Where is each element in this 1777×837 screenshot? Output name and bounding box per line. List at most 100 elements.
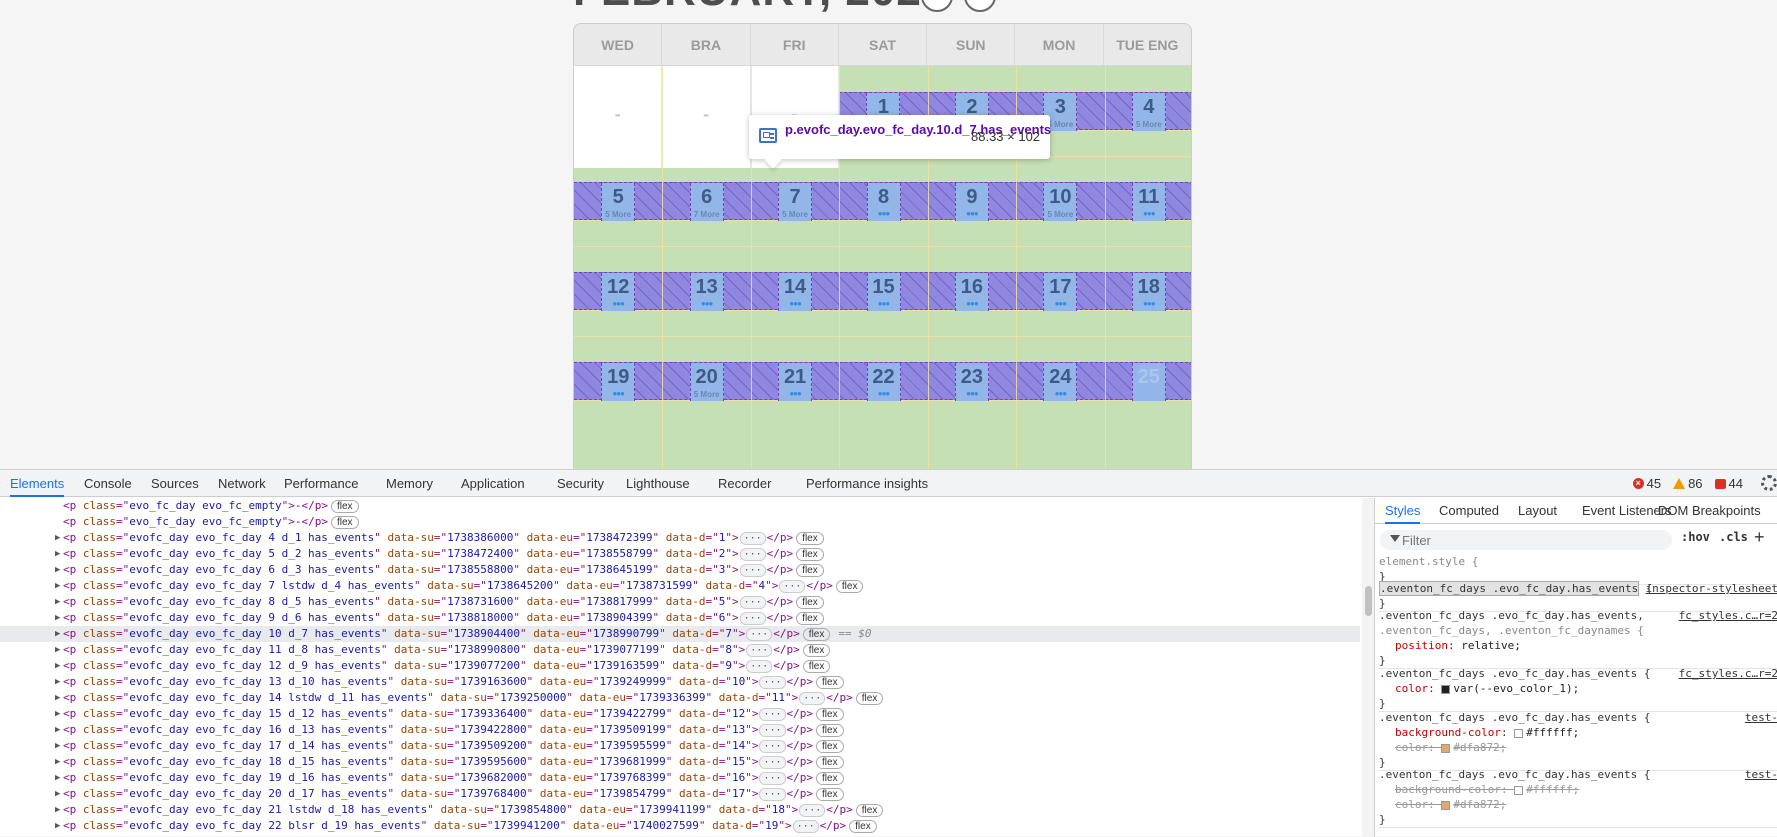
devtools-tab-performance[interactable]: Performance [284, 470, 358, 497]
color-swatch[interactable] [1441, 800, 1451, 810]
dom-node-line[interactable]: ▶ <p class="evofc_day evo_fc_day 20 d_17 … [0, 786, 1360, 802]
calendar-day[interactable]: 4 5 More [1131, 93, 1166, 131]
dom-node-line[interactable]: ▶ <p class="evofc_day evo_fc_day 4 d_1 ha… [0, 530, 1360, 546]
calendar-day[interactable]: 13 ●●● [689, 273, 724, 311]
dom-node-line[interactable]: ▶ <p class="evofc_day evo_fc_day 6 d_3 ha… [0, 562, 1360, 578]
expand-arrow-icon[interactable]: ▶ [55, 530, 60, 546]
calendar-day[interactable]: 8 ●●● [866, 183, 901, 221]
flex-badge[interactable]: flex [802, 659, 831, 673]
expand-arrow-icon[interactable]: ▶ [55, 594, 60, 610]
flex-badge[interactable]: flex [330, 515, 359, 529]
collapsed-children-button[interactable]: ··· [799, 803, 826, 817]
dom-node-line[interactable]: <p class="evo_fc_day evo_fc_empty">-</p>… [0, 514, 1360, 530]
dom-node-line[interactable]: ▶ <p class="evofc_day evo_fc_day 22 blsr … [0, 818, 1360, 834]
collapsed-children-button[interactable]: ··· [759, 723, 786, 737]
styles-tab-dom-breakpoints[interactable]: DOM Breakpoints [1658, 498, 1761, 524]
flex-badge[interactable]: flex [816, 675, 844, 689]
elements-tree[interactable]: <p class="evo_fc_day evo_fc_empty">-</p>… [0, 498, 1360, 837]
flex-badge[interactable]: flex [816, 787, 844, 801]
expand-arrow-icon[interactable]: ▶ [55, 626, 60, 642]
flex-badge[interactable]: flex [802, 643, 831, 657]
css-property[interactable]: position: relative; [1379, 638, 1777, 653]
dom-node-line[interactable]: ▶ <p class="evofc_day evo_fc_day 9 d_6 ha… [0, 610, 1360, 626]
dom-node-line[interactable]: ▶ <p class="evofc_day evo_fc_day 13 d_10 … [0, 674, 1360, 690]
collapsed-children-button[interactable]: ··· [799, 691, 826, 705]
dom-node-line[interactable]: ▶ <p class="evofc_day evo_fc_day 21 lstdw… [0, 802, 1360, 818]
calendar-day[interactable]: 14 ●●● [778, 273, 813, 311]
devtools-tab-memory[interactable]: Memory [386, 470, 433, 497]
dom-node-line[interactable]: ▶ <p class="evofc_day evo_fc_day 17 d_14 … [0, 738, 1360, 754]
collapsed-children-button[interactable]: ··· [759, 771, 786, 785]
collapsed-children-button[interactable]: ··· [746, 627, 773, 641]
expand-arrow-icon[interactable]: ▶ [55, 642, 60, 658]
dom-node-line[interactable]: <p class="evo_fc_day evo_fc_empty">-</p>… [0, 498, 1360, 514]
expand-arrow-icon[interactable]: ▶ [55, 722, 60, 738]
rule-source-link[interactable]: fc_styles.c…r=2 [1679, 608, 1777, 623]
flex-badge[interactable]: flex [802, 627, 831, 641]
devtools-tab-network[interactable]: Network [218, 470, 266, 497]
devtools-tab-application[interactable]: Application [461, 470, 525, 497]
collapsed-children-button[interactable]: ··· [746, 659, 773, 673]
dom-node-line[interactable]: ▶ <p class="evofc_day evo_fc_day 8 d_5 ha… [0, 594, 1360, 610]
dom-node-line[interactable]: ▶ <p class="evofc_day evo_fc_day 10 d_7 h… [0, 626, 1360, 642]
flex-badge[interactable]: flex [816, 707, 844, 721]
flex-badge[interactable]: flex [816, 739, 844, 753]
expand-arrow-icon[interactable]: ▶ [55, 610, 60, 626]
style-rule[interactable]: .eventon_fc_days .evo_fc_day.has_events … [1379, 710, 1777, 771]
collapsed-children-button[interactable]: ··· [759, 739, 786, 753]
dom-node-line[interactable]: ▶ <p class="evofc_day evo_fc_day 14 lstdw… [0, 690, 1360, 706]
expand-arrow-icon[interactable]: ▶ [55, 802, 60, 818]
calendar-day[interactable]: 12 ●●● [601, 273, 636, 311]
rule-source-link[interactable]: fc_styles.c…r=2 [1679, 666, 1777, 681]
collapsed-children-button[interactable]: ··· [739, 611, 766, 625]
collapsed-children-button[interactable]: ··· [759, 675, 786, 689]
styles-filter[interactable] [1380, 530, 1672, 550]
color-swatch[interactable] [1514, 785, 1524, 795]
flex-badge[interactable]: flex [796, 563, 824, 577]
calendar-day[interactable]: 15 ●●● [866, 273, 901, 311]
calendar-day[interactable]: 11 ●●● [1131, 183, 1166, 221]
expand-arrow-icon[interactable]: ▶ [55, 754, 60, 770]
expand-arrow-icon[interactable]: ▶ [55, 738, 60, 754]
elements-scrollbar[interactable] [1362, 498, 1374, 837]
collapsed-children-button[interactable]: ··· [739, 547, 766, 561]
flex-badge[interactable]: flex [816, 771, 844, 785]
flex-badge[interactable]: flex [835, 579, 864, 593]
rule-selector[interactable]: .eventon_fc_days .evo_fc_day.has_events … [1379, 711, 1651, 724]
devtools-tab-recorder[interactable]: Recorder [718, 470, 771, 497]
rule-selector[interactable]: element.style { [1379, 555, 1478, 568]
collapsed-children-button[interactable]: ··· [739, 563, 766, 577]
hov-toggle[interactable]: :hov [1681, 530, 1710, 544]
flex-badge[interactable]: flex [816, 723, 844, 737]
collapsed-children-button[interactable]: ··· [759, 787, 786, 801]
cls-toggle[interactable]: .cls [1719, 530, 1748, 544]
style-rule[interactable]: .eventon_fc_days .evo_fc_day.has_events,… [1379, 608, 1777, 669]
collapsed-children-button[interactable]: ··· [759, 707, 786, 721]
expand-arrow-icon[interactable]: ▶ [55, 674, 60, 690]
devtools-tab-performance-insights[interactable]: Performance insights [806, 470, 928, 497]
css-property[interactable]: color: #dfa872; [1379, 797, 1777, 812]
flex-badge[interactable]: flex [849, 819, 877, 833]
calendar-day[interactable]: 20 5 More [689, 363, 724, 401]
expand-arrow-icon[interactable]: ▶ [55, 690, 60, 706]
collapsed-children-button[interactable]: ··· [739, 531, 766, 545]
rule-selector[interactable]: .eventon_fc_days .evo_fc_day.has_events … [1379, 768, 1651, 781]
expand-arrow-icon[interactable]: ▶ [55, 818, 60, 834]
dom-node-line[interactable]: ▶ <p class="evofc_day evo_fc_day 12 d_9 h… [0, 658, 1360, 674]
calendar-day[interactable]: 19 ●●● [601, 363, 636, 401]
styles-tab-layout[interactable]: Layout [1518, 498, 1557, 524]
calendar-day[interactable]: 16 ●●● [954, 273, 989, 311]
css-property[interactable]: background-color: #ffffff; [1379, 725, 1777, 740]
collapsed-children-button[interactable]: ··· [779, 579, 806, 593]
issue-count[interactable]: 44 [1714, 470, 1743, 497]
expand-arrow-icon[interactable]: ▶ [55, 546, 60, 562]
styles-tab-computed[interactable]: Computed [1439, 498, 1499, 524]
calendar-day[interactable]: 23 ●●● [954, 363, 989, 401]
devtools-tab-lighthouse[interactable]: Lighthouse [626, 470, 690, 497]
flex-badge[interactable]: flex [330, 499, 359, 513]
calendar-day[interactable]: 24 ●●● [1043, 363, 1078, 401]
dom-node-line[interactable]: ▶ <p class="evofc_day evo_fc_day 18 d_15 … [0, 754, 1360, 770]
devtools-tab-elements[interactable]: Elements [10, 470, 65, 497]
collapsed-children-button[interactable]: ··· [792, 819, 819, 833]
color-swatch[interactable] [1441, 743, 1451, 753]
